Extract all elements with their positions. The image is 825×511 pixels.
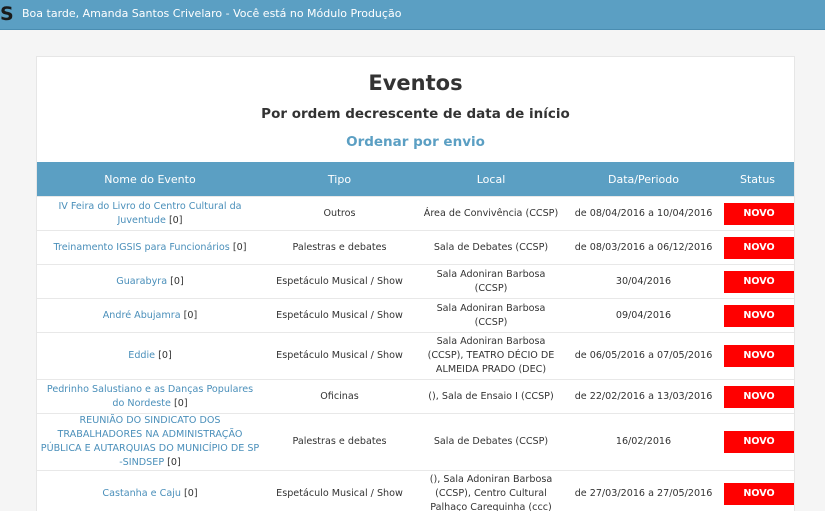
event-count: [0]	[184, 488, 198, 499]
event-date-cell: 30/04/2016	[566, 265, 721, 299]
event-link[interactable]: Pedrinho Salustiano e as Danças Populare…	[47, 384, 253, 409]
event-date-cell: 09/04/2016	[566, 299, 721, 333]
event-status-cell: NOVO	[721, 197, 794, 231]
column-header-status[interactable]: Status	[721, 162, 794, 197]
event-status-cell: NOVO	[721, 333, 794, 380]
event-count: [0]	[184, 310, 198, 321]
event-location-cell: Sala Adoniran Barbosa (CCSP)	[416, 265, 566, 299]
order-by-submission-link[interactable]: Ordenar por envio	[37, 133, 794, 151]
event-status-cell: NOVO	[721, 265, 794, 299]
event-name-cell: Eddie [0]	[37, 333, 263, 380]
status-badge[interactable]: NOVO	[724, 305, 794, 327]
event-link[interactable]: Castanha e Caju	[102, 488, 181, 499]
table-row: Castanha e Caju [0] Espetáculo Musical /…	[37, 471, 794, 511]
event-count: [0]	[174, 398, 188, 409]
event-type-cell: Espetáculo Musical / Show	[263, 333, 416, 380]
event-date-cell: de 08/04/2016 a 10/04/2016	[566, 197, 721, 231]
table-row: Eddie [0] Espetáculo Musical / Show Sala…	[37, 333, 794, 380]
status-badge[interactable]: NOVO	[724, 203, 794, 225]
table-row: IV Feira do Livro do Centro Cultural da …	[37, 197, 794, 231]
event-type-cell: Palestras e debates	[263, 231, 416, 265]
event-status-cell: NOVO	[721, 380, 794, 414]
event-type-cell: Espetáculo Musical / Show	[263, 265, 416, 299]
table-header-row: Nome do Evento Tipo Local Data/Periodo S…	[37, 162, 794, 197]
event-type-cell: Oficinas	[263, 380, 416, 414]
table-row: REUNIÃO DO SINDICATO DOS TRABALHADORES N…	[37, 414, 794, 471]
event-date-cell: de 06/05/2016 a 07/05/2016	[566, 333, 721, 380]
event-location-cell: Área de Convivência (CCSP)	[416, 197, 566, 231]
event-link[interactable]: Guarabyra	[116, 276, 167, 287]
table-row: Guarabyra [0] Espetáculo Musical / Show …	[37, 265, 794, 299]
top-bar: S Boa tarde, Amanda Santos Crivelaro - V…	[0, 0, 825, 30]
event-type-cell: Outros	[263, 197, 416, 231]
event-location-cell: (), Sala Adoniran Barbosa (CCSP), Centro…	[416, 471, 566, 511]
column-header-name[interactable]: Nome do Evento	[37, 162, 263, 197]
status-badge[interactable]: NOVO	[724, 237, 794, 259]
event-link[interactable]: Eddie	[128, 350, 155, 361]
event-location-cell: Sala de Debates (CCSP)	[416, 414, 566, 471]
status-badge[interactable]: NOVO	[724, 431, 794, 453]
event-status-cell: NOVO	[721, 299, 794, 333]
event-type-cell: Espetáculo Musical / Show	[263, 299, 416, 333]
page-subtitle: Por ordem decrescente de data de início	[37, 105, 794, 123]
status-badge[interactable]: NOVO	[724, 386, 794, 408]
event-name-cell: REUNIÃO DO SINDICATO DOS TRABALHADORES N…	[37, 414, 263, 471]
event-date-cell: de 08/03/2016 a 06/12/2016	[566, 231, 721, 265]
event-count: [0]	[167, 457, 181, 468]
event-link[interactable]: André Abujamra	[103, 310, 181, 321]
column-header-date[interactable]: Data/Periodo	[566, 162, 721, 197]
event-count: [0]	[170, 276, 184, 287]
event-link[interactable]: IV Feira do Livro do Centro Cultural da …	[58, 201, 241, 226]
status-badge[interactable]: NOVO	[724, 345, 794, 367]
page-title: Eventos	[37, 70, 794, 96]
event-name-cell: IV Feira do Livro do Centro Cultural da …	[37, 197, 263, 231]
table-row: André Abujamra [0] Espetáculo Musical / …	[37, 299, 794, 333]
event-type-cell: Espetáculo Musical / Show	[263, 471, 416, 511]
event-count: [0]	[233, 242, 247, 253]
event-name-cell: Pedrinho Salustiano e as Danças Populare…	[37, 380, 263, 414]
event-status-cell: NOVO	[721, 471, 794, 511]
column-header-location[interactable]: Local	[416, 162, 566, 197]
greeting-text: Boa tarde, Amanda Santos Crivelaro - Voc…	[22, 7, 401, 21]
event-link[interactable]: REUNIÃO DO SINDICATO DOS TRABALHADORES N…	[41, 415, 259, 468]
event-date-cell: 16/02/2016	[566, 414, 721, 471]
event-location-cell: (), Sala de Ensaio I (CCSP)	[416, 380, 566, 414]
table-row: Treinamento IGSIS para Funcionários [0] …	[37, 231, 794, 265]
event-count: [0]	[169, 215, 183, 226]
status-badge[interactable]: NOVO	[724, 483, 794, 505]
events-panel: Eventos Por ordem decrescente de data de…	[36, 56, 795, 511]
event-name-cell: Treinamento IGSIS para Funcionários [0]	[37, 231, 263, 265]
event-date-cell: de 27/03/2016 a 27/05/2016	[566, 471, 721, 511]
event-name-cell: André Abujamra [0]	[37, 299, 263, 333]
status-badge[interactable]: NOVO	[724, 271, 794, 293]
event-type-cell: Palestras e debates	[263, 414, 416, 471]
events-table: Nome do Evento Tipo Local Data/Periodo S…	[37, 162, 794, 511]
event-name-cell: Guarabyra [0]	[37, 265, 263, 299]
event-status-cell: NOVO	[721, 414, 794, 471]
event-count: [0]	[158, 350, 172, 361]
event-status-cell: NOVO	[721, 231, 794, 265]
event-name-cell: Castanha e Caju [0]	[37, 471, 263, 511]
event-location-cell: Sala Adoniran Barbosa (CCSP)	[416, 299, 566, 333]
logo[interactable]: S	[0, 4, 14, 24]
column-header-type[interactable]: Tipo	[263, 162, 416, 197]
table-row: Pedrinho Salustiano e as Danças Populare…	[37, 380, 794, 414]
event-date-cell: de 22/02/2016 a 13/03/2016	[566, 380, 721, 414]
event-location-cell: Sala Adoniran Barbosa (CCSP), TEATRO DÉC…	[416, 333, 566, 380]
event-link[interactable]: Treinamento IGSIS para Funcionários	[54, 242, 230, 253]
event-location-cell: Sala de Debates (CCSP)	[416, 231, 566, 265]
